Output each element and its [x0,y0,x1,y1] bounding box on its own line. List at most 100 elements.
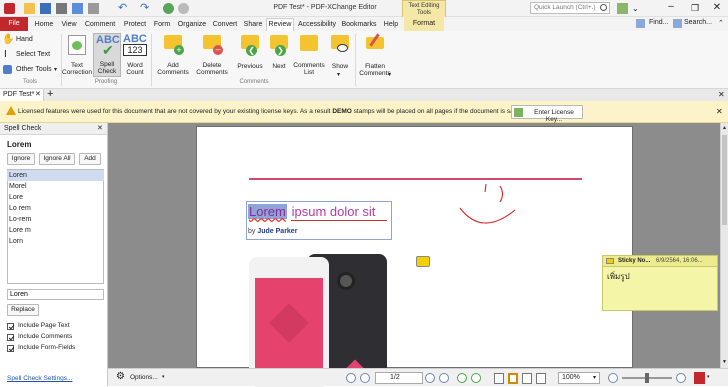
zoom-in-button[interactable] [676,373,686,383]
enter-license-key-button[interactable]: Enter License Key... [511,105,583,123]
menu-share[interactable]: Share [242,19,264,31]
next-comment-button[interactable]: ❯ Next [266,33,292,77]
continuous-view-icon[interactable] [508,373,518,384]
history-back-button[interactable] [457,373,467,383]
zoom-select[interactable]: 100% ▾ [558,372,600,384]
last-page-button[interactable] [439,373,449,383]
flatten-comments-button[interactable]: Flatten Comments ▾ [357,33,393,78]
spell-check-button[interactable]: ABC ✔ Spell Check [93,33,121,77]
next-page-button[interactable] [425,373,435,383]
panel-close-icon[interactable]: ✕ [97,124,103,132]
restore-button[interactable]: ❐ [688,1,702,15]
suggestion-item[interactable]: Loren [7,170,104,181]
zoom-slider-thumb[interactable] [645,373,649,383]
collapse-ribbon-icon[interactable]: ⌃ [718,19,724,27]
options-button[interactable]: ⚙ Options... ▾ [116,371,166,384]
menu-protect[interactable]: Protect [121,19,149,31]
minimize-button[interactable]: – [664,1,678,15]
include-form-fields-checkbox[interactable] [7,345,14,352]
single-page-view-icon[interactable] [494,373,504,384]
menu-review[interactable]: Review [266,18,294,31]
first-page-button[interactable] [346,373,356,383]
redo-icon[interactable]: ↷ [140,3,151,14]
title-text[interactable]: ipsum dolor sit [288,204,376,219]
back-icon[interactable] [163,3,174,14]
menu-help[interactable]: Help [381,19,401,31]
title-text-box[interactable]: Lorem ipsum dolor sit by Jude Parker [246,201,392,240]
pdf-icon[interactable] [694,372,705,384]
previous-page-button[interactable] [360,373,370,383]
other-tools-dropdown[interactable]: Other Tools ▾ [2,64,60,76]
title-word-misspelled[interactable]: Lorem [248,204,287,219]
menu-format[interactable]: Format [404,17,444,31]
suggestion-item[interactable]: Morel [7,181,104,192]
close-document-icon[interactable]: ✕ [718,90,725,99]
menu-accessibility[interactable]: Accessibility [297,19,337,31]
menu-organize[interactable]: Organize [176,19,208,31]
menu-comment[interactable]: Comment [83,19,117,31]
hand-tool[interactable]: ✋ Hand [2,34,54,46]
document-tab[interactable]: PDF Test* ✕ [0,89,44,101]
freehand-drawing[interactable] [452,182,527,237]
page-number-input[interactable]: 1/2 [375,372,423,384]
menu-bookmarks[interactable]: Bookmarks [340,19,378,31]
sticky-note-popup[interactable]: Sticky No... 6/9/2564, 16:06... เพิ่มรูป [602,255,718,311]
search-button[interactable]: Search... [673,18,717,30]
add-comments-button[interactable]: + Add Comments [154,33,192,77]
continuous-facing-view-icon[interactable] [536,373,546,384]
menu-convert[interactable]: Convert [211,19,239,31]
app-logo-icon[interactable] [4,3,15,14]
include-comments-checkbox[interactable] [7,334,14,341]
word-count-button[interactable]: ABC 123 Word Count [121,33,149,77]
previous-comment-button[interactable]: ❮ Previous [234,33,266,77]
menu-form[interactable]: Form [152,19,172,31]
include-page-text-checkbox[interactable] [7,323,14,330]
dropdown-chevron-icon[interactable]: ⌄ [632,5,639,13]
delete-comments-button[interactable]: – Delete Comments [193,33,231,77]
facing-view-icon[interactable] [522,373,532,384]
menu-file[interactable]: File [0,17,28,31]
add-word-button[interactable]: Add [79,153,101,165]
suggestion-item[interactable]: Lo rem [7,203,104,214]
replace-input[interactable] [7,289,104,300]
suggestion-item[interactable]: Lore [7,192,104,203]
include-form-fields-label: Include Form-Fields [18,344,76,351]
email-icon[interactable] [88,3,99,14]
ignore-all-button[interactable]: Ignore All [39,153,75,165]
menu-view[interactable]: View [59,19,79,31]
ignore-button[interactable]: Ignore [7,153,35,165]
sticky-note-icon[interactable] [416,256,430,267]
close-notice-icon[interactable]: ✕ [716,107,723,116]
show-comments-button[interactable]: Show ▾ [327,33,353,78]
scan-icon[interactable] [72,3,83,14]
spell-check-settings-link[interactable]: Spell Check Settings... [7,375,72,382]
sticky-note-body[interactable]: เพิ่มรูป [607,270,630,283]
replace-button[interactable]: Replace [7,304,39,316]
zoom-out-button[interactable] [608,373,618,383]
suggestion-item[interactable]: Lore m [7,225,104,236]
find-button[interactable]: Find... [636,18,670,30]
chevron-down-icon[interactable]: ▾ [707,374,710,380]
new-tab-icon[interactable]: + [47,88,53,100]
scroll-down-icon[interactable]: ▼ [722,359,727,365]
forward-icon[interactable] [178,3,189,14]
scroll-up-icon[interactable]: ▲ [722,125,727,131]
scroll-thumb[interactable] [722,135,727,225]
open-folder-icon[interactable] [24,3,35,14]
undo-icon[interactable]: ↶ [118,3,129,14]
suggestion-item[interactable]: Lo-rem [7,214,104,225]
suggestion-item[interactable]: Lorn [7,236,104,247]
print-icon[interactable] [56,3,67,14]
menu-home[interactable]: Home [32,19,56,31]
save-icon[interactable] [40,3,51,14]
vertical-scrollbar[interactable]: ▲ ▼ [720,123,728,368]
text-correction-button[interactable]: Text Correction [62,33,92,77]
select-text-tool[interactable]: I Select Text [2,49,58,61]
quick-launch-search-icon[interactable] [600,4,607,11]
close-tab-icon[interactable]: ✕ [35,90,41,98]
close-window-button[interactable]: ✕ [710,1,724,15]
history-forward-button[interactable] [471,373,481,383]
comments-list-button[interactable]: Comments List [292,33,326,77]
ribbon-options-icon[interactable] [617,3,628,14]
quick-launch-input[interactable]: Quick Launch (Ctrl+.) [530,2,610,14]
